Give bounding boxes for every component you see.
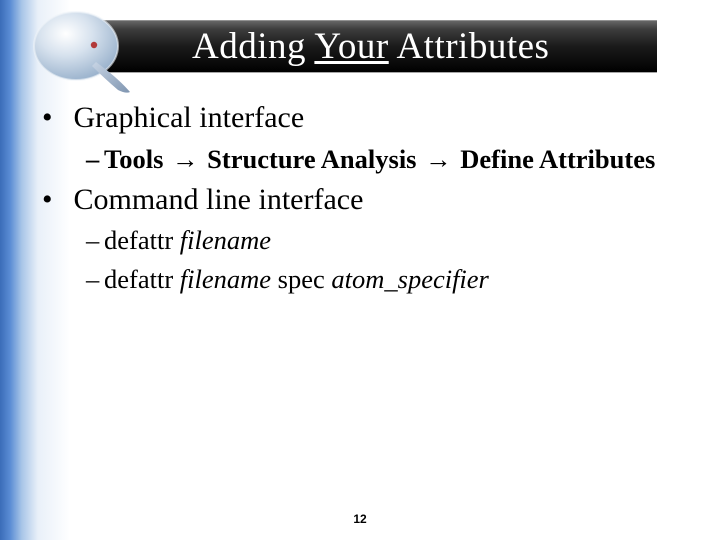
title-word-3: Attributes: [396, 26, 549, 67]
slide-title: Adding Your Attributes: [192, 25, 549, 68]
title-word-2: Your: [314, 26, 388, 67]
slide: Adding Your Attributes Graphical interfa…: [0, 0, 720, 540]
cmd-example-1: –defattr filename: [86, 224, 687, 257]
page-number: 12: [0, 512, 720, 526]
title-word-1: Adding: [192, 26, 306, 67]
title-bar: Adding Your Attributes: [102, 20, 657, 72]
slide-content: Graphical interface –Tools → Structure A…: [42, 94, 687, 303]
bullet-graphical-interface: Graphical interface: [42, 100, 687, 137]
menu-path: –Tools → Structure Analysis → Define Att…: [86, 143, 687, 176]
bullet-command-line: Command line interface: [42, 182, 687, 219]
cmd-example-2: –defattr filename spec atom_specifier: [86, 263, 687, 296]
